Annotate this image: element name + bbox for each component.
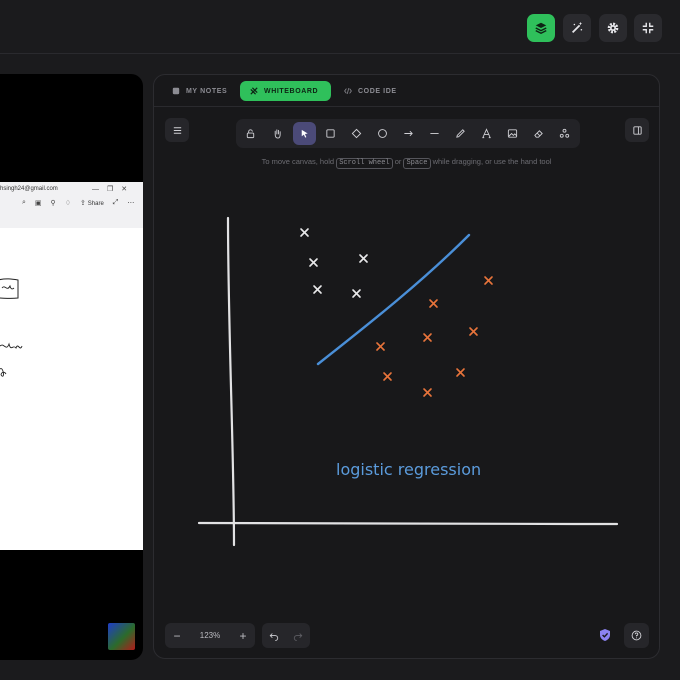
class-b-point [423,333,432,342]
hand-tool[interactable] [266,122,289,145]
class-b-point [429,299,438,308]
help-button[interactable] [624,623,649,648]
sidebar-toggle-button[interactable] [625,118,649,142]
workspace-panel: MY NOTES WHITEBOARD CODE IDE logistic re… [153,74,660,659]
account-email: hsingh24@gmail.com [0,186,58,192]
decision-boundary-line[interactable] [316,233,471,366]
x-axis-stroke[interactable] [197,521,619,526]
zoom-controls: − 123% + [165,623,255,648]
settings-button[interactable] [599,14,627,42]
text-tool[interactable] [475,122,498,145]
lock-tool[interactable] [239,122,262,145]
class-a-point [300,228,309,237]
rectangle-icon [326,129,335,138]
eraser-icon [534,130,543,138]
arrow-tool[interactable] [397,122,420,145]
drawing-toolbar [236,119,580,148]
redo-button[interactable] [286,631,310,641]
eraser-tool[interactable] [527,122,550,145]
camera-thumbnail[interactable] [108,623,135,650]
class-a-point [352,289,361,298]
history-controls [262,623,310,648]
rectangle-tool[interactable] [319,122,342,145]
class-a-point [359,254,368,263]
hint-key-space: Space [403,158,431,169]
document-page [0,228,143,550]
layers-button[interactable] [527,14,555,42]
minimize-icon[interactable]: — [92,186,99,193]
text-icon [482,128,491,139]
hand-icon [274,129,281,139]
window-controls: — ❐ ✕ [92,185,135,193]
menu-button[interactable] [165,118,189,142]
pencil-tool[interactable] [449,122,472,145]
extra-tools-icon [559,128,570,138]
magic-wand-button[interactable] [563,14,591,42]
zoom-out-button[interactable]: − [165,629,189,643]
class-b-point [376,342,385,351]
screen-share-panel: hsingh24@gmail.com — ❐ ✕ ⌕ ▣ ⚲ ♢ ⇪ Share ⤢… [0,74,143,660]
class-a-points[interactable] [300,228,368,298]
redo-icon [293,632,303,641]
mic-icon[interactable]: ⌕ [22,199,26,207]
bell-icon[interactable]: ♢ [65,199,71,207]
share-label: Share [87,201,104,207]
pointer-tool[interactable] [293,122,316,145]
ellipse-tool[interactable] [371,122,394,145]
hint-suffix: while dragging, or use the hand tool [432,157,552,166]
more-tools[interactable] [553,122,576,145]
undo-icon [269,632,279,641]
class-a-point [313,285,322,294]
collapse-button[interactable] [634,14,662,42]
gear-icon [607,22,619,34]
top-bar [0,0,680,54]
class-b-point [484,276,493,285]
hint-middle: or [394,157,402,166]
close-icon[interactable]: ✕ [121,186,127,193]
lock-icon [246,129,255,139]
class-b-point [456,368,465,377]
line-tool[interactable] [423,122,446,145]
zoom-in-button[interactable]: + [231,629,255,643]
sidebar-icon [632,125,642,135]
class-b-point [423,388,432,397]
circle-icon [378,129,387,138]
class-a-point [309,258,318,267]
zoom-level[interactable]: 123% [189,631,231,640]
y-axis-stroke[interactable] [226,216,236,547]
save-icon[interactable]: ▣ [35,199,42,207]
layers-icon [535,22,547,35]
line-icon [430,133,439,134]
help-icon [631,630,642,641]
diamond-icon [351,128,362,139]
canvas-hint: To move canvas, hold Scroll wheel or Spa… [154,157,659,169]
pointer-icon [301,129,308,138]
location-icon[interactable]: ⚲ [51,199,56,207]
restore-icon[interactable]: ❐ [107,186,113,193]
diamond-tool[interactable] [345,122,368,145]
expand-icon[interactable]: ⤢ [113,199,119,207]
annotation-text[interactable]: logistic regression [336,460,481,479]
share-icon[interactable]: ⇪ Share [80,199,104,207]
class-b-point [383,372,392,381]
image-icon [507,129,518,138]
more-icon[interactable]: ⋯ [127,199,134,207]
hint-key-scroll: Scroll wheel [336,158,393,169]
shield-icon[interactable] [598,628,612,642]
image-tool[interactable] [501,122,524,145]
hint-prefix: To move canvas, hold [261,157,335,166]
magic-wand-icon [572,21,583,33]
collapse-icon [642,22,654,34]
browser-toolbar: ⌕ ▣ ⚲ ♢ ⇪ Share ⤢ ⋯ [22,199,134,207]
class-b-points[interactable] [376,276,493,397]
hamburger-icon [173,126,181,134]
pencil-icon [456,129,465,138]
undo-button[interactable] [262,631,286,641]
handwriting-scribbles [0,278,23,377]
arrow-icon [404,130,413,137]
class-b-point [469,327,478,336]
